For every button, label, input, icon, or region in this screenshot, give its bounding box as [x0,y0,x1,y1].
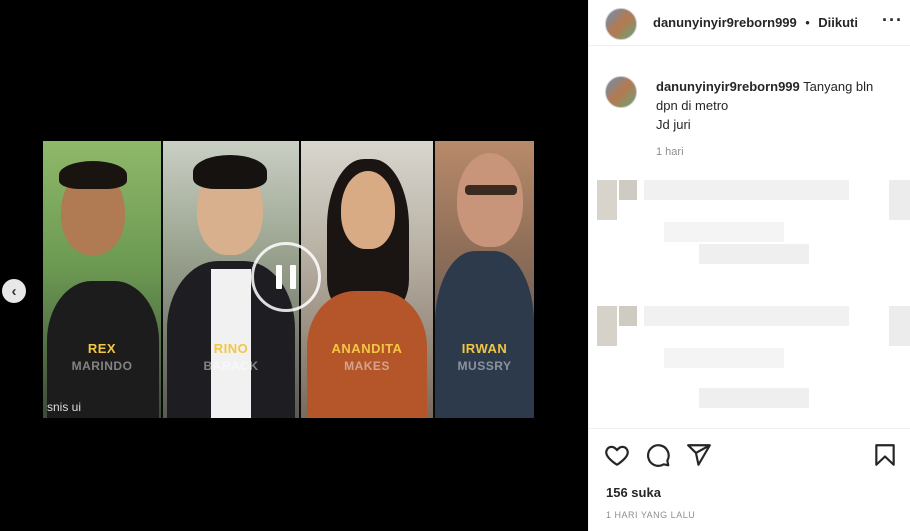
person-surname: MAKES [344,359,390,373]
person-surname: MUSSRY [457,359,512,373]
caption-username[interactable]: danunyinyir9reborn999 [656,79,800,94]
post-caption: danunyinyir9reborn999 Tanyang bln dpn di… [656,77,896,134]
more-dots-icon[interactable]: ··· [882,10,903,31]
avatar[interactable] [605,8,637,40]
person-name: IRWAN [461,341,508,356]
person-name: RINO [213,341,249,356]
video-panel-irwan: IRWAN MUSSRY [435,141,534,418]
caption-avatar[interactable] [605,76,637,108]
media-viewer: REX MARINDO snis ui RINO BARACK ANANDITA… [0,0,588,531]
person-name: REX [87,341,117,356]
heart-icon[interactable] [604,442,630,468]
post-header: danunyinyir9reborn999 • Diikuti ··· [589,0,910,46]
person-name: ANANDITA [331,341,403,356]
chevron-left-icon: ‹ [11,282,17,300]
comment-icon[interactable] [645,442,671,468]
header-username[interactable]: danunyinyir9reborn999 [653,15,797,30]
follow-status-button[interactable]: Diikuti [818,15,858,30]
post-sidebar: danunyinyir9reborn999 • Diikuti ··· danu… [588,0,910,531]
share-icon[interactable] [686,442,712,468]
carousel-prev-button[interactable]: ‹ [2,279,26,303]
video-panel-anandita: ANANDITA MAKES [301,141,435,418]
header-separator: • [805,15,810,30]
header-user-line: danunyinyir9reborn999 • Diikuti [653,14,858,32]
likes-count[interactable]: 156 suka [606,485,661,500]
caption-time: 1 hari [656,146,684,158]
watermark-text: snis ui [47,400,82,414]
caption-text-line2: Jd juri [656,117,691,132]
pause-icon[interactable] [251,242,321,312]
video-panel-rex: REX MARINDO snis ui [43,141,163,418]
posted-time: 1 HARI YANG LALU [606,510,696,520]
bookmark-icon[interactable] [872,442,898,468]
person-surname: BARACK [203,359,259,373]
post-actions: 156 suka 1 HARI YANG LALU [589,428,910,531]
person-surname: MARINDO [71,359,133,373]
